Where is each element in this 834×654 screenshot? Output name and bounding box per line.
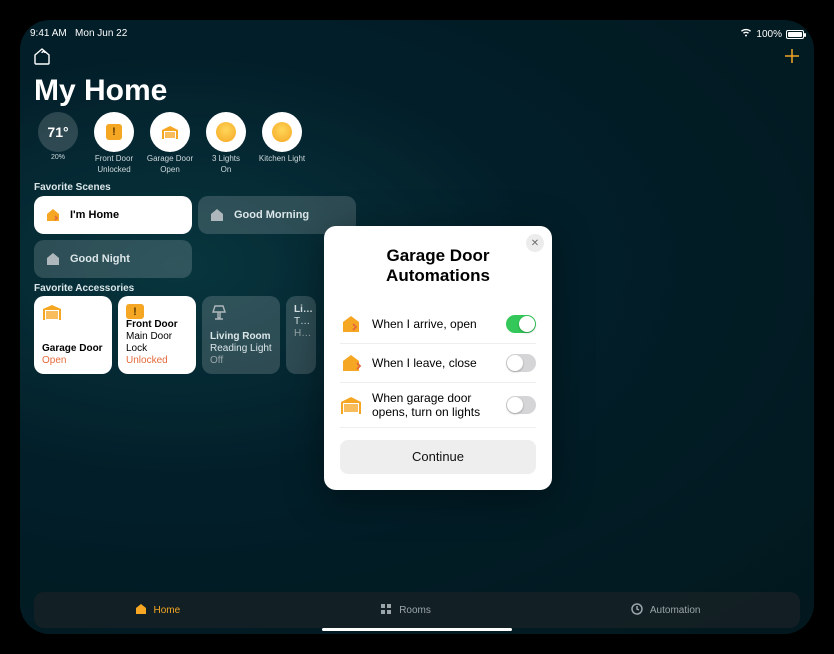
chip-temp-value: 71°: [47, 124, 68, 140]
card-living-name: Living Room: [210, 331, 272, 343]
status-chips-row: 71° 20% ! Front Door Unlocked Garage Doo…: [34, 112, 306, 174]
house-night-icon: [44, 250, 62, 268]
status-left: 9:41 AM Mon Jun 22: [30, 28, 127, 40]
device-frame: 9:41 AM Mon Jun 22 100% My Home 71° 20% …: [0, 0, 834, 654]
toggle-arrive[interactable]: [506, 315, 536, 333]
accessories-row: Garage Door Open ! Front Door Main Door …: [34, 296, 316, 374]
automation-leave: When I leave, close: [340, 344, 536, 383]
garage-icon: [42, 304, 104, 325]
bulb-icon: [272, 122, 292, 142]
card-front-door[interactable]: ! Front Door Main Door Lock Unlocked: [118, 296, 196, 374]
house-morning-icon: [208, 206, 226, 224]
chip-humidity: 20%: [51, 154, 65, 161]
chip-garage-title: Garage Door: [147, 154, 193, 163]
card-thermostat[interactable]: Li… T… H…: [286, 296, 316, 374]
battery-icon: [786, 30, 804, 39]
battery-fill: [788, 32, 802, 37]
continue-label: Continue: [412, 449, 464, 464]
close-button[interactable]: ✕: [526, 234, 544, 252]
scenes-grid: I'm Home Good Morning Good Night: [34, 196, 356, 278]
tab-rooms-label: Rooms: [399, 605, 431, 616]
house-leave-icon: [340, 352, 362, 374]
card-front-name: Front Door: [126, 319, 188, 331]
home-indicator[interactable]: [322, 628, 512, 631]
scene-morning-label: Good Morning: [234, 209, 309, 221]
toggle-garage-lights[interactable]: [506, 396, 536, 414]
card-living-sub: Reading Light: [210, 343, 272, 355]
scene-home-label: I'm Home: [70, 209, 119, 221]
chip-temperature[interactable]: 71° 20%: [34, 112, 82, 174]
alert-icon: !: [126, 304, 144, 319]
tab-automation[interactable]: Automation: [630, 602, 701, 619]
card-therm-state: H…: [294, 328, 308, 339]
section-scenes-label: Favorite Scenes: [34, 182, 111, 193]
tab-home[interactable]: Home: [134, 602, 181, 619]
card-front-state: Unlocked: [126, 355, 188, 366]
card-garage-name: Garage Door: [42, 343, 104, 355]
top-bar: [32, 46, 802, 72]
bulb-icon: [216, 122, 236, 142]
chip-front-title: Front Door: [95, 154, 133, 163]
card-living-state: Off: [210, 355, 272, 366]
lamp-icon: [210, 304, 272, 327]
chip-lights-sub: On: [221, 165, 232, 174]
wifi-icon: [740, 28, 752, 40]
automation-leave-label: When I leave, close: [372, 356, 496, 370]
card-therm-name: Li…: [294, 304, 308, 316]
status-date: Mon Jun 22: [75, 28, 127, 39]
status-time: 9:41 AM: [30, 28, 67, 39]
home-tab-icon: [134, 602, 148, 619]
automation-garage-lights: When garage door opens, turn on lights: [340, 383, 536, 428]
card-living-room[interactable]: Living Room Reading Light Off: [202, 296, 280, 374]
rooms-tab-icon: [379, 602, 393, 619]
chip-kitchen-title: Kitchen Light: [259, 154, 305, 163]
toggle-knob: [507, 397, 523, 413]
card-garage-state: Open: [42, 355, 104, 366]
garage-icon: [340, 394, 362, 416]
screen: 9:41 AM Mon Jun 22 100% My Home 71° 20% …: [20, 20, 814, 634]
section-accessories-label: Favorite Accessories: [34, 283, 134, 294]
automation-arrive: When I arrive, open: [340, 305, 536, 344]
chip-garage[interactable]: Garage Door Open: [146, 112, 194, 174]
page-title: My Home: [34, 74, 167, 108]
tab-home-label: Home: [154, 605, 181, 616]
tab-rooms[interactable]: Rooms: [379, 602, 431, 619]
scene-im-home[interactable]: I'm Home: [34, 196, 192, 234]
automation-garage-label: When garage door opens, turn on lights: [372, 391, 496, 419]
toggle-leave[interactable]: [506, 354, 536, 372]
battery-percent: 100%: [756, 29, 782, 40]
continue-button[interactable]: Continue: [340, 440, 536, 474]
scene-night-label: Good Night: [70, 253, 130, 265]
scene-good-night[interactable]: Good Night: [34, 240, 192, 278]
toggle-knob: [519, 316, 535, 332]
chip-kitchen[interactable]: Kitchen Light: [258, 112, 306, 174]
home-icon[interactable]: [32, 46, 52, 72]
tab-automation-label: Automation: [650, 605, 701, 616]
chip-front-door[interactable]: ! Front Door Unlocked: [90, 112, 138, 174]
toggle-knob: [507, 355, 523, 371]
add-button[interactable]: [782, 46, 802, 72]
alert-icon: !: [106, 124, 122, 140]
status-bar: 9:41 AM Mon Jun 22 100%: [30, 28, 804, 40]
house-arrive-icon: [44, 206, 62, 224]
chip-garage-sub: Open: [160, 165, 180, 174]
automations-modal: ✕ Garage Door Automations When I arrive,…: [324, 226, 552, 490]
card-therm-sub: T…: [294, 316, 308, 328]
status-right: 100%: [740, 28, 804, 40]
chip-front-sub: Unlocked: [97, 165, 130, 174]
modal-title: Garage Door Automations: [340, 246, 536, 287]
automation-arrive-label: When I arrive, open: [372, 317, 496, 331]
tab-bar: Home Rooms Automation: [34, 592, 800, 628]
house-arrive-icon: [340, 313, 362, 335]
card-front-sub: Main Door Lock: [126, 331, 188, 355]
chip-lights-title: 3 Lights: [212, 154, 240, 163]
automation-tab-icon: [630, 602, 644, 619]
card-garage-door[interactable]: Garage Door Open: [34, 296, 112, 374]
chip-lights[interactable]: 3 Lights On: [202, 112, 250, 174]
